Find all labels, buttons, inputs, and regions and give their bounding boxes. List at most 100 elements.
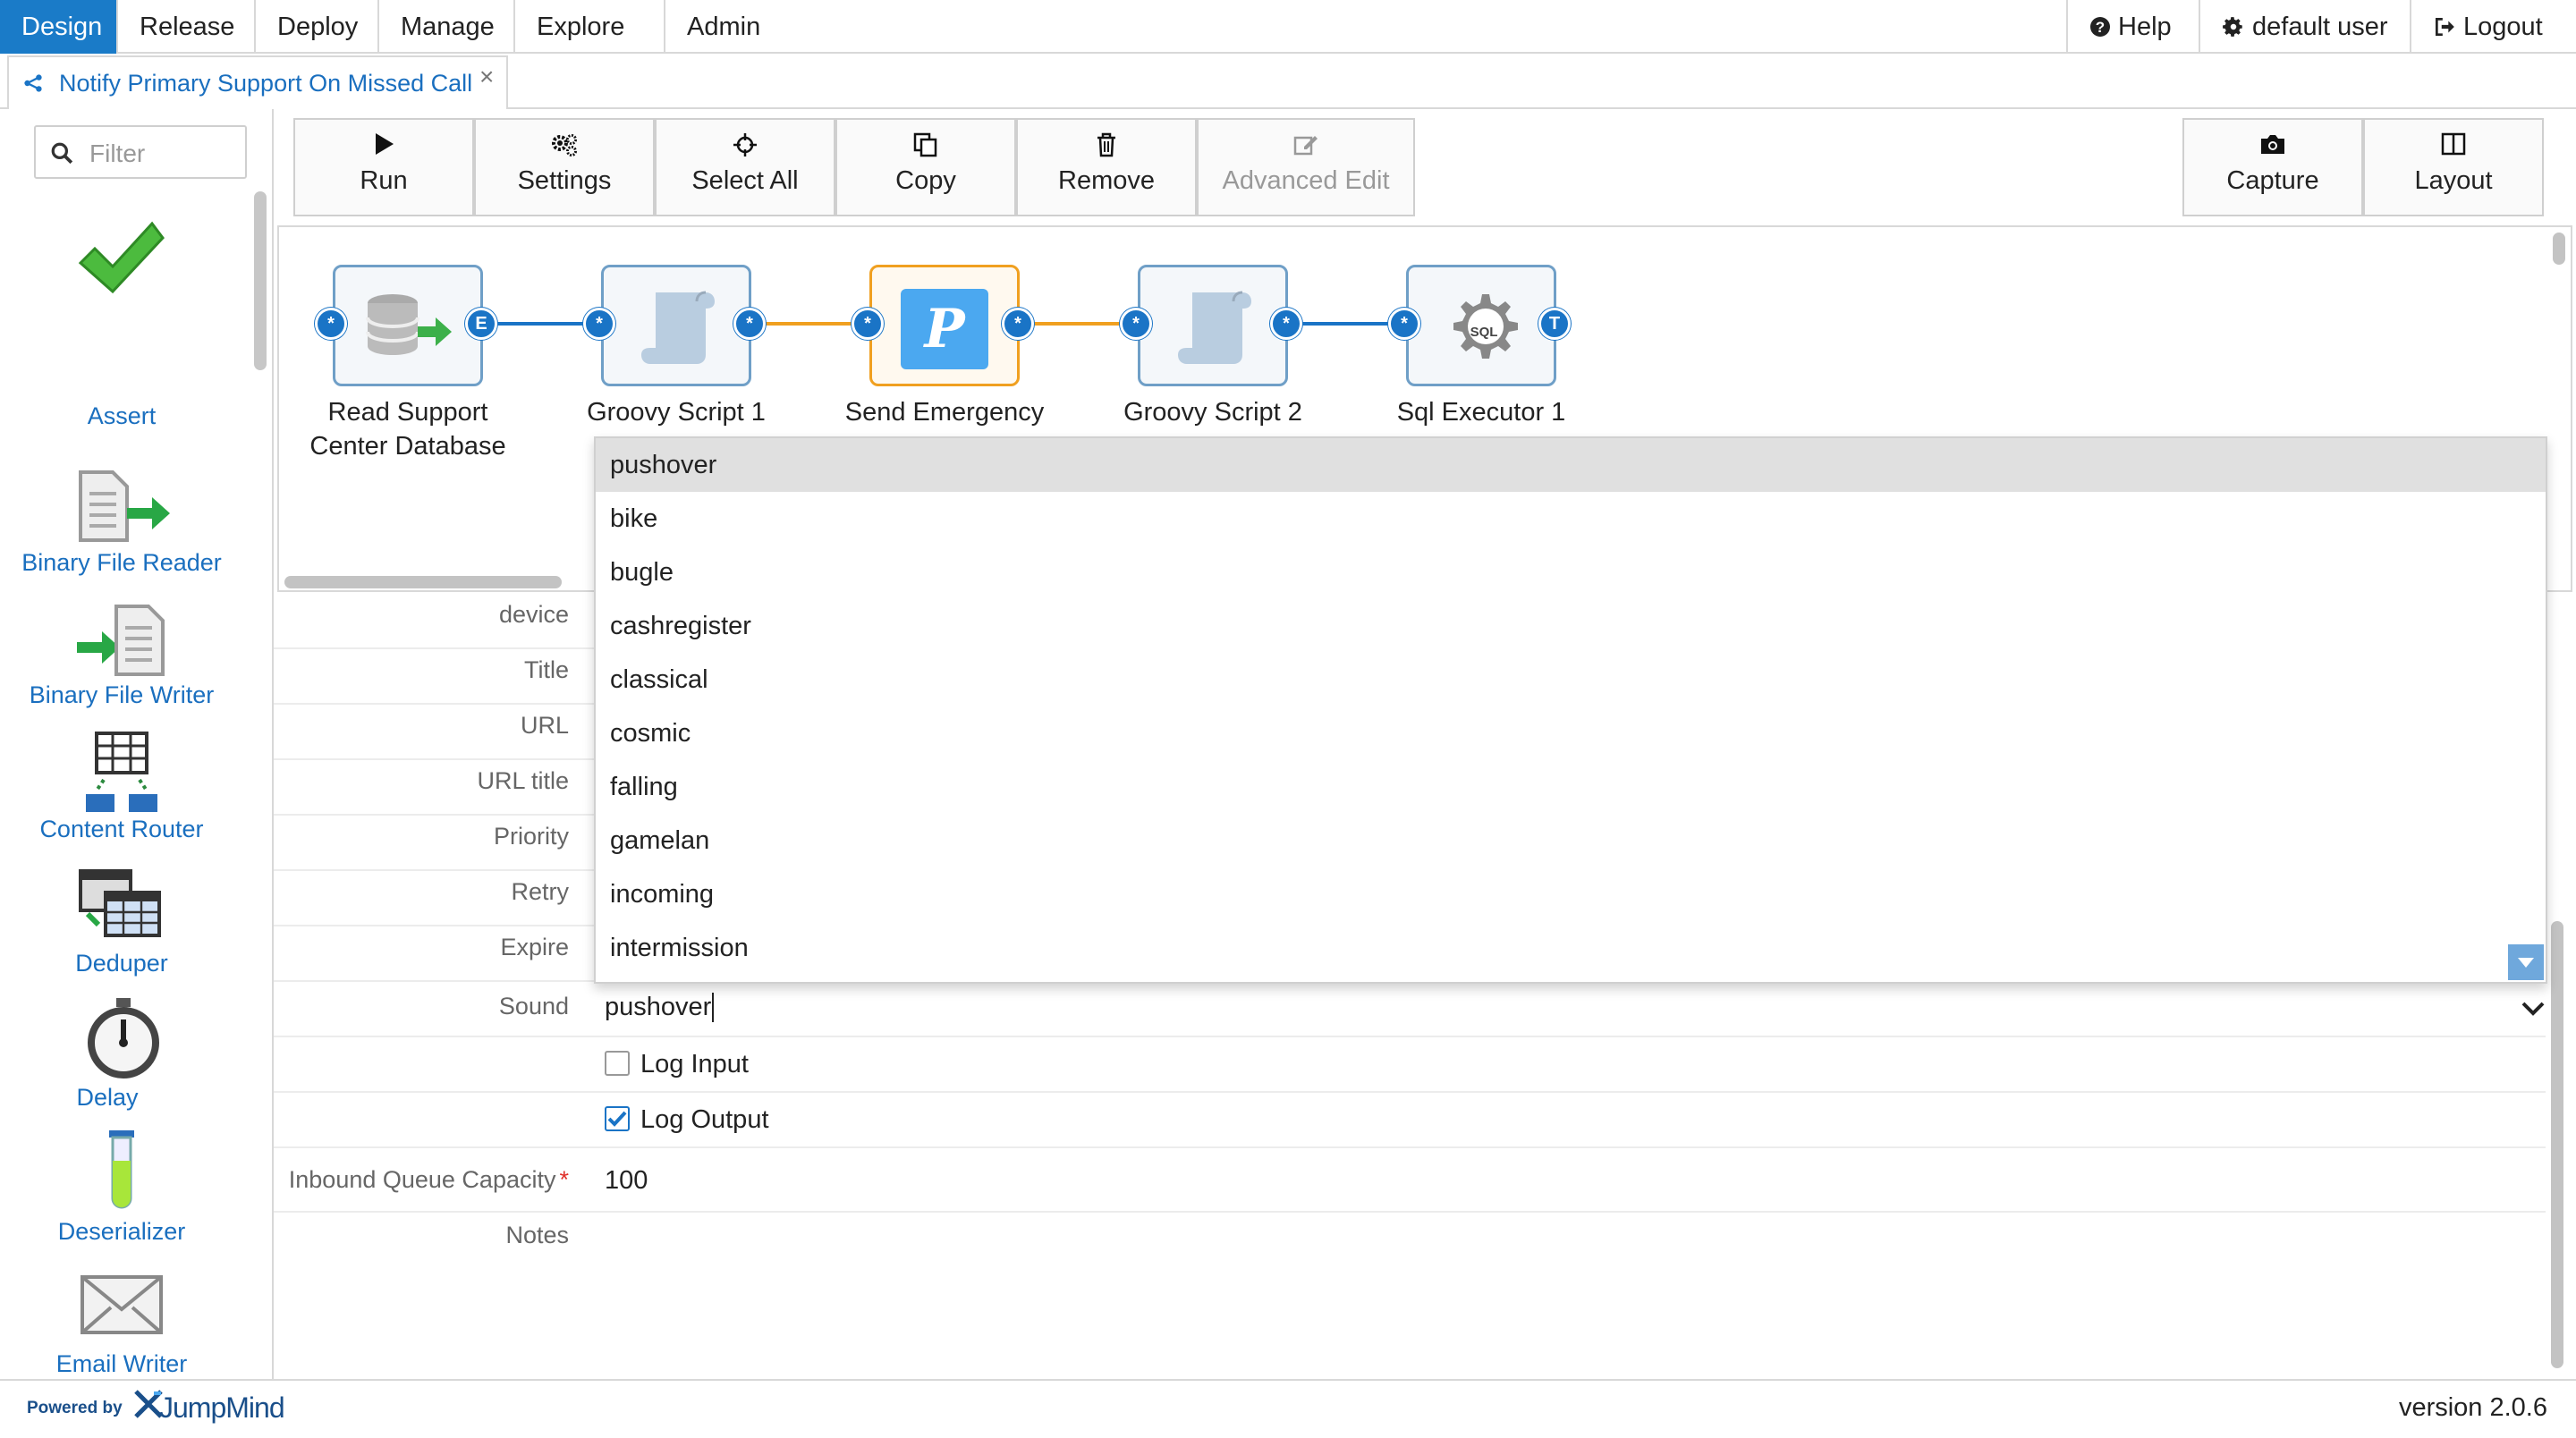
sign-out-icon — [2435, 17, 2454, 37]
node-4-label-line1: Groovy Script 2 — [1123, 398, 1302, 427]
node-5-in-port[interactable]: * — [1388, 308, 1420, 340]
tab-title: Notify Primary Support On Missed Call — [59, 70, 473, 97]
palette-label-assert: Assert — [87, 402, 157, 429]
tab-flow[interactable]: Notify Primary Support On Missed Call × — [7, 55, 508, 109]
node-5-out-port[interactable]: T — [1538, 308, 1571, 340]
sound-option[interactable]: gamelan — [596, 814, 2546, 867]
user-menu[interactable]: default user — [2200, 0, 2411, 54]
node-sql-executor-1[interactable]: SQL — [1406, 265, 1556, 386]
properties-scrollbar[interactable] — [2551, 921, 2563, 1368]
palette-item-content-router[interactable]: Content Router — [0, 730, 243, 855]
node-1-out-port[interactable]: E — [465, 308, 497, 340]
menu-manage-label: Manage — [401, 13, 495, 41]
run-button[interactable]: Run — [293, 118, 474, 216]
help-button[interactable]: ? Help — [2066, 0, 2200, 54]
node-3-in-port[interactable]: * — [852, 308, 884, 340]
palette-item-delay[interactable]: Delay — [0, 996, 243, 1121]
palette-item-binary-file-reader[interactable]: Binary File Reader — [0, 460, 243, 576]
node-2-out-port[interactable]: * — [733, 308, 766, 340]
node-1-in-port[interactable]: * — [315, 308, 347, 340]
remove-label: Remove — [1058, 166, 1155, 195]
prop-row-notes: Notes — [274, 1213, 2546, 1268]
node-3-label: Send Emergency — [828, 395, 1061, 429]
node-4-in-port[interactable]: * — [1120, 308, 1152, 340]
node-4-label: Groovy Script 2 — [1097, 395, 1329, 429]
palette-item-email-writer[interactable]: Email Writer — [0, 1265, 243, 1379]
node-4-out-port[interactable]: * — [1270, 308, 1302, 340]
menu-design[interactable]: Design — [0, 0, 118, 54]
sound-option[interactable]: bike — [596, 492, 2546, 546]
chevron-down-icon[interactable] — [2521, 1000, 2546, 1018]
advanced-edit-label: Advanced Edit — [1222, 166, 1390, 195]
svg-text:?: ? — [2096, 19, 2105, 36]
menu-manage[interactable]: Manage — [379, 0, 515, 54]
log-output-checkbox[interactable] — [605, 1106, 630, 1131]
inbound-label-text: Inbound Queue Capacity — [288, 1166, 556, 1193]
node-read-support-center-database[interactable] — [333, 265, 483, 386]
menu-release[interactable]: Release — [118, 0, 256, 54]
user-label: default user — [2252, 13, 2388, 41]
palette-label-delay: Delay — [76, 1084, 139, 1111]
dropdown-scroll-down-button[interactable] — [2508, 944, 2544, 980]
required-marker: * — [559, 1166, 569, 1193]
node-send-emergency[interactable]: P — [869, 265, 1020, 386]
capture-button[interactable]: Capture — [2182, 118, 2363, 216]
jumpmind-brand-text: JumpMind — [159, 1391, 285, 1424]
filter-input[interactable]: Filter — [34, 125, 247, 179]
version-text: version 2.0.6 — [2398, 1393, 2547, 1422]
settings-button[interactable]: Settings — [474, 118, 655, 216]
gear-icon — [2223, 17, 2242, 37]
node-3-out-port[interactable]: * — [1002, 308, 1034, 340]
palette-item-deduper[interactable]: Deduper — [0, 862, 243, 987]
menu-admin[interactable]: Admin — [665, 0, 780, 54]
node-1-label-line2: Center Database — [309, 432, 506, 461]
sound-option[interactable]: falling — [596, 760, 2546, 814]
sound-option[interactable]: cosmic — [596, 706, 2546, 760]
menu-deploy[interactable]: Deploy — [256, 0, 379, 54]
sound-option[interactable]: bugle — [596, 546, 2546, 599]
sql-glyph: SQL — [1470, 325, 1498, 340]
menu-explore[interactable]: Explore — [515, 0, 665, 88]
prop-label-title: Title — [523, 656, 569, 683]
menu-release-label: Release — [140, 13, 235, 41]
advanced-edit-button[interactable]: Advanced Edit — [1197, 118, 1415, 216]
inbound-queue-capacity-input[interactable]: 100 — [605, 1166, 648, 1196]
log-input-checkbox[interactable] — [605, 1051, 630, 1076]
sound-dropdown-list: pushover bike bugle cashregister classic… — [594, 436, 2547, 984]
notes-textarea[interactable] — [599, 1213, 2546, 1338]
palette-scrollbar[interactable] — [254, 191, 267, 370]
sound-combobox[interactable]: pushover — [599, 982, 2546, 1036]
layout-button[interactable]: Layout — [2363, 118, 2544, 216]
copy-button[interactable]: Copy — [835, 118, 1016, 216]
remove-button[interactable]: Remove — [1016, 118, 1197, 216]
log-output-label: Log Output — [640, 1105, 769, 1134]
palette-item-deserializer[interactable]: Deserializer — [0, 1129, 243, 1254]
sound-input[interactable]: pushover — [605, 993, 715, 1022]
prop-row-log-input: Log Input — [274, 1037, 2546, 1093]
script-scroll-icon — [1178, 291, 1251, 364]
prop-label-sound: Sound — [498, 993, 569, 1019]
palette-item-assert[interactable]: Assert — [0, 207, 243, 429]
canvas-horizontal-scrollbar[interactable] — [284, 576, 562, 588]
capture-label: Capture — [2226, 166, 2319, 195]
database-read-icon — [366, 294, 452, 355]
sound-option[interactable]: cashregister — [596, 599, 2546, 653]
sound-option[interactable]: classical — [596, 653, 2546, 706]
node-2-in-port[interactable]: * — [583, 308, 615, 340]
copy-label: Copy — [895, 166, 956, 195]
sound-option[interactable]: incoming — [596, 867, 2546, 921]
sound-option[interactable]: pushover — [596, 438, 2546, 492]
canvas-vertical-scrollbar[interactable] — [2553, 233, 2565, 265]
logout-button[interactable]: Logout — [2411, 0, 2576, 54]
prop-label-device: device — [498, 601, 569, 628]
menu-explore-label: Explore — [537, 13, 625, 41]
node-2-label: Groovy Script 1 — [560, 395, 792, 429]
test-tube-icon — [109, 1130, 134, 1209]
node-groovy-script-2[interactable] — [1138, 265, 1288, 386]
close-icon[interactable]: × — [479, 63, 494, 91]
palette-item-binary-file-writer[interactable]: Binary File Writer — [0, 596, 243, 712]
select-all-button[interactable]: Select All — [655, 118, 835, 216]
node-groovy-script-1[interactable] — [601, 265, 751, 386]
sound-option[interactable]: intermission — [596, 921, 2546, 975]
cogs-icon — [552, 134, 577, 156]
